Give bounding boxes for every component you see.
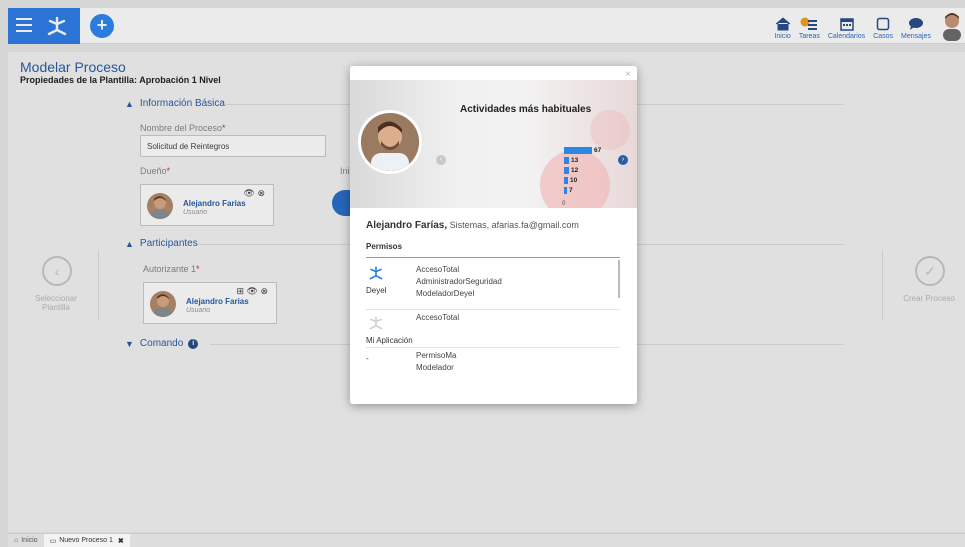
app-logo-icon — [369, 316, 383, 330]
tab-label: Inicio — [21, 537, 38, 544]
permission-item: AccesoTotal — [416, 313, 460, 322]
divider — [366, 347, 620, 348]
bar-value-label: 10 — [570, 177, 578, 184]
window-icon: ▭ — [49, 537, 57, 545]
bar-value-label: 7 — [569, 187, 573, 194]
permission-item: ModeladorDeyel — [416, 289, 475, 298]
profile-banner: Actividades más habituales ‹ › StatefulO… — [350, 80, 637, 208]
profile-avatar — [358, 110, 422, 174]
chart-bar — [564, 147, 592, 154]
permission-app-mi-aplicacion: Mi Aplicación AccesoTotal — [366, 312, 620, 346]
app-permissions: AccesoTotal — [416, 312, 459, 324]
tab-label: Nuevo Proceso 1 — [59, 537, 113, 544]
bottom-tabs: ⌂ Inicio ▭ Nuevo Proceso 1 ✖ — [8, 533, 965, 547]
bar-value-label: 12 — [571, 167, 579, 174]
tab-nuevo-proceso[interactable]: ▭ Nuevo Proceso 1 ✖ — [43, 533, 130, 547]
app-name: Mi Aplicación — [366, 336, 413, 345]
home-icon: ⌂ — [14, 537, 19, 544]
chart-title: Actividades más habituales — [460, 104, 592, 115]
chart-bar — [564, 177, 568, 184]
chevron-right-icon[interactable]: › — [618, 155, 628, 165]
deyel-logo-icon — [369, 266, 383, 280]
permissions-title: Permisos — [366, 242, 403, 251]
chevron-left-icon[interactable]: ‹ — [436, 155, 446, 165]
decorative-shape — [590, 110, 630, 150]
tab-inicio[interactable]: ⌂ Inicio — [8, 534, 44, 547]
close-tab-icon[interactable]: ✖ — [118, 537, 124, 545]
app-name: Deyel — [366, 286, 387, 295]
user-details: Sistemas, afarias.fa@gmail.com — [449, 220, 579, 230]
bar-value-label: 67 — [594, 147, 602, 154]
permission-item: AccesoTotal — [416, 265, 460, 274]
divider — [366, 309, 620, 310]
chart-bar — [564, 167, 569, 174]
app-permissions: PermisoMa Modelador — [416, 350, 456, 374]
axis-tick-label: 0 — [562, 201, 566, 207]
chart-bar — [564, 187, 567, 194]
app-permissions: AccesoTotal AdministradorSeguridad Model… — [416, 264, 502, 300]
chart-bar — [564, 157, 569, 164]
permission-item: AdministradorSeguridad — [416, 277, 502, 286]
user-profile-modal: × Actividades más habituales ‹ › Statefu… — [350, 66, 637, 404]
bar-value-label: 13 — [571, 157, 579, 164]
user-info: Alejandro Farías, Sistemas, afarias.fa@g… — [366, 220, 579, 231]
permission-app-other: - PermisoMa Modelador — [366, 350, 620, 380]
app-name: - — [366, 354, 369, 363]
permission-app-deyel: Deyel AccesoTotal AdministradorSeguridad… — [366, 264, 620, 308]
divider — [366, 257, 620, 258]
permission-item: Modelador — [416, 363, 454, 372]
permission-item: PermisoMa — [416, 351, 457, 360]
user-name: Alejandro Farías, — [366, 220, 448, 231]
close-icon[interactable]: × — [625, 69, 631, 80]
